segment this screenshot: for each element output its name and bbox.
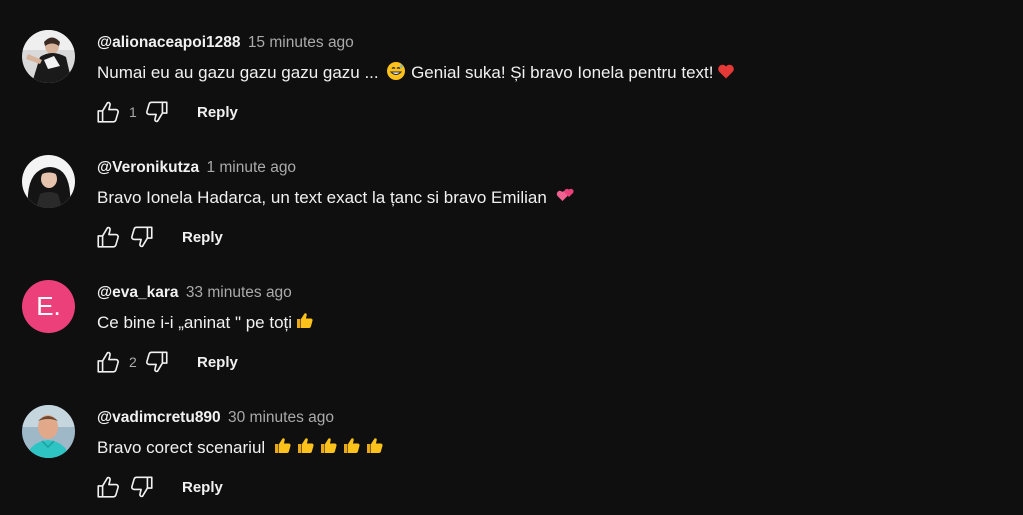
comment-actions: Reply bbox=[94, 223, 223, 251]
comment-time[interactable]: 1 minute ago bbox=[206, 159, 296, 176]
comment-text-part: Numai eu au gazu gazu gazu gazu ... bbox=[97, 63, 384, 82]
red-heart-emoji bbox=[716, 61, 736, 81]
thumbs-up-emoji bbox=[296, 436, 316, 456]
author-name[interactable]: @vadimcretu890 bbox=[97, 409, 221, 426]
avatar[interactable]: E. bbox=[22, 280, 75, 333]
two-hearts-emoji bbox=[555, 186, 575, 206]
thumbs-down-icon bbox=[131, 476, 153, 498]
like-button[interactable] bbox=[94, 98, 122, 126]
comment-text: Ce bine i-i „aninat " pe toți bbox=[97, 311, 315, 333]
thumbs-up-emoji bbox=[295, 311, 315, 331]
like-button[interactable] bbox=[94, 473, 122, 501]
thumbs-up-icon bbox=[97, 351, 119, 373]
comment-text: Bravo Ionela Hadarca, un text exact la ț… bbox=[97, 186, 575, 208]
reply-button[interactable]: Reply bbox=[197, 104, 238, 121]
comment-actions: Reply bbox=[94, 473, 223, 501]
comment-thread: @vadimcretu890 30 minutes ago Bravo core… bbox=[22, 405, 1002, 515]
comment-text-part: Bravo Ionela Hadarca, un text exact la ț… bbox=[97, 188, 552, 207]
reply-button[interactable]: Reply bbox=[197, 354, 238, 371]
like-button[interactable] bbox=[94, 223, 122, 251]
comment-actions: 2 Reply bbox=[94, 348, 238, 376]
author-name[interactable]: @eva_kara bbox=[97, 284, 179, 301]
comment-thread: @Veronikutza 1 minute ago Bravo Ionela H… bbox=[22, 155, 1002, 265]
comment-time[interactable]: 15 minutes ago bbox=[248, 34, 354, 51]
thumbs-down-icon bbox=[131, 226, 153, 248]
thumbs-down-icon bbox=[146, 101, 168, 123]
avatar-letter: E. bbox=[36, 291, 61, 321]
avatar[interactable] bbox=[22, 30, 75, 83]
comment-text-part: Bravo corect scenariul bbox=[97, 438, 270, 457]
dislike-button[interactable] bbox=[143, 348, 171, 376]
comment-text-part: Ce bine i-i „aninat " pe toți bbox=[97, 313, 293, 332]
comment-text: Numai eu au gazu gazu gazu gazu ... Geni… bbox=[97, 61, 736, 83]
like-count: 2 bbox=[129, 354, 137, 370]
comment-thread: @alionaceapoi1288 15 minutes ago Numai e… bbox=[22, 30, 1002, 140]
comment-header: @eva_kara 33 minutes ago bbox=[97, 284, 292, 302]
reply-button[interactable]: Reply bbox=[182, 229, 223, 246]
dislike-button[interactable] bbox=[143, 98, 171, 126]
grinning-sweat-emoji bbox=[386, 61, 406, 81]
avatar[interactable] bbox=[22, 405, 75, 458]
comment-thread: E. @eva_kara 33 minutes ago Ce bine i-i … bbox=[22, 280, 1002, 390]
thumbs-up-emoji bbox=[365, 436, 385, 456]
comment-header: @alionaceapoi1288 15 minutes ago bbox=[97, 34, 354, 52]
author-name[interactable]: @Veronikutza bbox=[97, 159, 199, 176]
reply-button[interactable]: Reply bbox=[182, 479, 223, 496]
thumbs-up-emoji bbox=[319, 436, 339, 456]
dislike-button[interactable] bbox=[128, 473, 156, 501]
dislike-button[interactable] bbox=[128, 223, 156, 251]
comment-time[interactable]: 30 minutes ago bbox=[228, 409, 334, 426]
thumbs-up-icon bbox=[97, 226, 119, 248]
avatar[interactable] bbox=[22, 155, 75, 208]
like-count: 1 bbox=[129, 104, 137, 120]
thumbs-up-icon bbox=[97, 476, 119, 498]
comment-header: @Veronikutza 1 minute ago bbox=[97, 159, 296, 177]
author-name[interactable]: @alionaceapoi1288 bbox=[97, 34, 241, 51]
comment-header: @vadimcretu890 30 minutes ago bbox=[97, 409, 334, 427]
thumbs-up-emoji bbox=[273, 436, 293, 456]
comment-actions: 1 Reply bbox=[94, 98, 238, 126]
comment-time[interactable]: 33 minutes ago bbox=[186, 284, 292, 301]
thumbs-up-icon bbox=[97, 101, 119, 123]
thumbs-down-icon bbox=[146, 351, 168, 373]
like-button[interactable] bbox=[94, 348, 122, 376]
thumbs-up-emoji bbox=[342, 436, 362, 456]
comment-text: Bravo corect scenariul bbox=[97, 436, 385, 458]
comment-text-part: Genial suka! Și bravo Ionela pentru text… bbox=[406, 63, 714, 82]
